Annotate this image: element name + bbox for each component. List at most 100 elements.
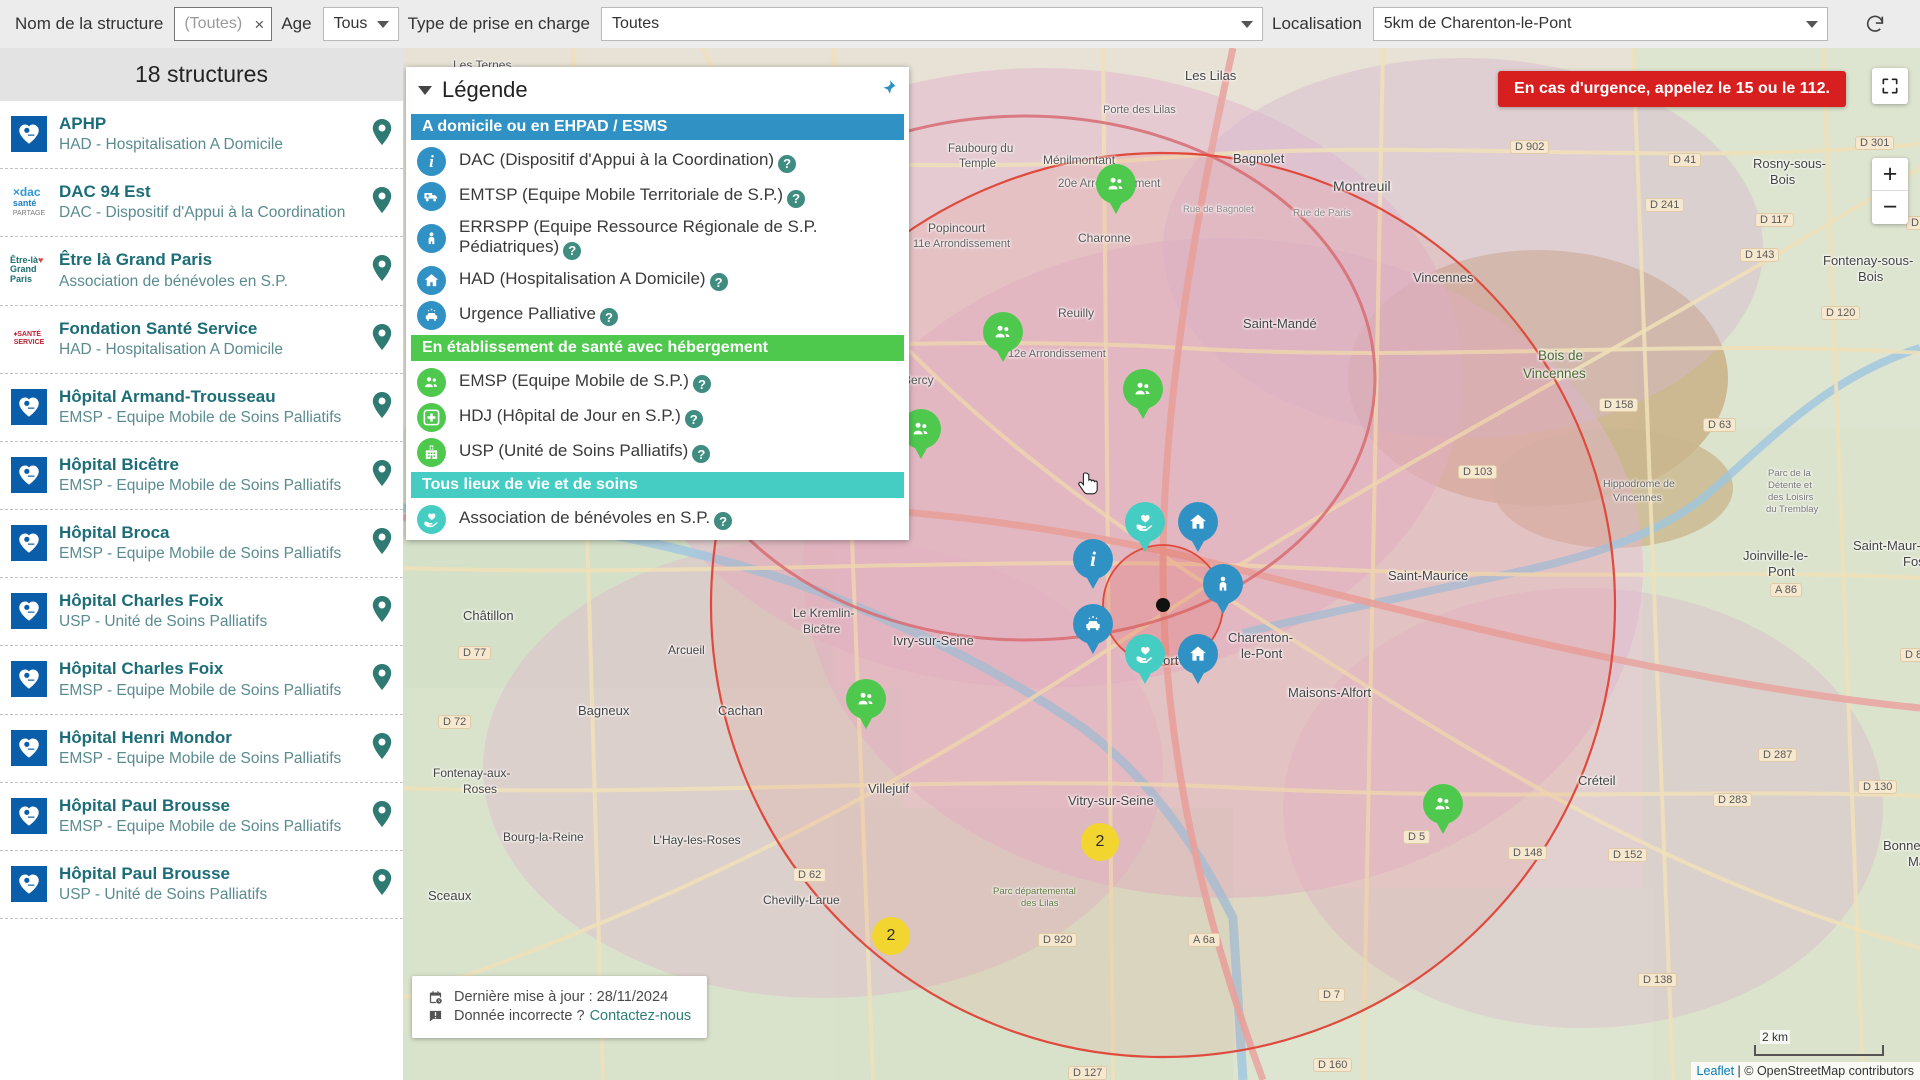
marker-cluster[interactable]: 2: [872, 917, 910, 955]
zoom-in-button[interactable]: +: [1872, 158, 1908, 191]
map-label: Bonneuil-sur-: [1883, 838, 1920, 853]
legend-item-dac[interactable]: i DAC (Dispositif d'Appui à la Coordinati…: [406, 144, 909, 179]
map-pin-icon[interactable]: [369, 249, 395, 282]
structure-logo: ♦SANTÉ SERVICE: [10, 320, 48, 358]
help-icon[interactable]: ?: [692, 445, 711, 464]
map-marker-people[interactable]: [1123, 369, 1163, 423]
aphp-logo: [11, 797, 47, 834]
legend-item-label: DAC (Dispositif d'Appui à la Coordinatio…: [459, 150, 775, 170]
map-marker-emergency-car[interactable]: [1073, 604, 1113, 658]
map-pin-icon[interactable]: [369, 522, 395, 555]
map-marker-people[interactable]: [1096, 164, 1136, 218]
structure-list-item[interactable]: Hôpital Henri Mondor EMSP - Equipe Mobile…: [0, 715, 403, 783]
map-pin-icon[interactable]: [369, 863, 395, 895]
structure-list-item[interactable]: APHP HAD - Hospitalisation A Domicile: [0, 101, 403, 170]
help-icon[interactable]: ?: [563, 241, 582, 260]
structure-list-item[interactable]: Hôpital Charles Foix EMSP - Equipe Mobile…: [0, 646, 403, 715]
aphp-logo: [11, 456, 47, 493]
map-marker-info[interactable]: i: [1073, 539, 1113, 593]
legend-item-usp[interactable]: USP (Unité de Soins Palliatifs)?: [406, 435, 909, 470]
legend-item-emtsp[interactable]: EMTSP (Equipe Mobile Territoriale de S.P…: [406, 179, 909, 214]
structure-list-item[interactable]: Hôpital Armand-Trousseau EMSP - Equipe Mo…: [0, 374, 403, 442]
map-label: Vitry-sur-Seine: [1068, 793, 1154, 808]
map-pin-icon[interactable]: [369, 727, 395, 759]
map-marker-people[interactable]: [846, 679, 886, 733]
legend-item-errspp[interactable]: ERRSPP (Equipe Ressource Régionale de S.…: [406, 214, 909, 263]
triangle-down-icon[interactable]: [418, 85, 432, 95]
help-icon[interactable]: ?: [709, 273, 728, 292]
map-marker-hand-heart[interactable]: [1125, 634, 1165, 688]
chevron-down-icon: [376, 20, 389, 28]
care-type-select[interactable]: Toutes: [601, 7, 1263, 41]
structure-list-item[interactable]: Être-là♥ Grand Paris Être là Grand Paris As…: [0, 237, 403, 306]
location-select[interactable]: 5km de Charenton-le-Pont: [1372, 7, 1828, 41]
legend-item-hdj[interactable]: HDJ (Hôpital de Jour en S.P.)?: [406, 400, 909, 435]
zoom-controls[interactable]: + −: [1872, 158, 1908, 224]
road-shield: D 241: [1645, 198, 1685, 212]
clear-name-icon[interactable]: ×: [254, 16, 264, 33]
map-label: Bagnolet: [1233, 151, 1285, 166]
map-pin-icon[interactable]: [369, 658, 395, 691]
map-pin-icon[interactable]: [369, 113, 395, 145]
legend-item-urg[interactable]: Urgence Palliative?: [406, 298, 909, 333]
map-label: Saint-Mandé: [1243, 316, 1317, 331]
map-marker-home[interactable]: [1178, 502, 1218, 556]
structure-logo: [10, 729, 48, 767]
map-pin-icon[interactable]: [369, 795, 395, 827]
map-pin-icon[interactable]: [369, 181, 395, 214]
structure-list-item[interactable]: ×dac santé PARTAGE DAC 94 Est DAC - Disposit…: [0, 169, 403, 238]
structure-list-item[interactable]: Hôpital Paul Brousse USP - Unité de Soins…: [0, 851, 403, 920]
structure-list-item[interactable]: Hôpital Bicêtre EMSP - Equipe Mobile de S…: [0, 442, 403, 511]
map-label: Rue de Bagnolet: [1183, 204, 1254, 215]
legend-panel[interactable]: Légende A domicile ou en EHPAD / ESMS i DA…: [406, 67, 909, 540]
map-pin-icon[interactable]: [369, 454, 395, 486]
info-icon: i: [417, 147, 446, 176]
map-marker-people[interactable]: [1423, 784, 1463, 838]
structures-list[interactable]: APHP HAD - Hospitalisation A Domicile ×dac…: [0, 101, 403, 1080]
structure-list-item[interactable]: ♦SANTÉ SERVICE Fondation Santé Service HAD …: [0, 306, 403, 374]
map-pin-icon[interactable]: [369, 318, 395, 350]
help-icon[interactable]: ?: [692, 375, 711, 394]
structure-list-item[interactable]: Hôpital Charles Foix USP - Unité de Soins…: [0, 578, 403, 647]
map-container[interactable]: Les Lilas Porte des Lilas Faubourg du Templ…: [403, 48, 1920, 1080]
map-marker-home[interactable]: [1178, 634, 1218, 688]
map-pin-icon[interactable]: [369, 590, 395, 623]
legend-section-header: Tous lieux de vie et de soins: [411, 471, 904, 498]
map-label: Châtillon: [463, 608, 514, 623]
refresh-icon[interactable]: [1858, 7, 1892, 41]
help-icon[interactable]: ?: [778, 154, 797, 173]
zoom-out-button[interactable]: −: [1872, 191, 1908, 224]
map-marker-hand-heart[interactable]: [1125, 502, 1165, 556]
structure-type: EMSP - Equipe Mobile de Soins Palliatifs: [59, 477, 342, 495]
fullscreen-icon[interactable]: [1872, 68, 1908, 104]
legend-item-asso[interactable]: Association de bénévoles en S.P.?: [406, 502, 909, 537]
structure-list-item[interactable]: Hôpital Paul Brousse EMSP - Equipe Mobile…: [0, 783, 403, 851]
marker-cluster[interactable]: 2: [1081, 823, 1119, 861]
map-pin-icon[interactable]: [369, 386, 395, 418]
structure-list-item[interactable]: Hôpital Broca EMSP - Equipe Mobile de Soi…: [0, 510, 403, 579]
contact-link[interactable]: Contactez-nous: [590, 1008, 692, 1024]
structure-name: Être là Grand Paris: [59, 250, 213, 270]
legend-item-had[interactable]: HAD (Hospitalisation A Domicile)?: [406, 263, 909, 298]
map-label: Joinville-le-: [1743, 548, 1809, 563]
road-shield: D 103: [1458, 465, 1498, 479]
structure-name-label: Nom de la structure: [15, 14, 164, 33]
structure-type: USP - Unité de Soins Palliatifs: [59, 613, 268, 631]
help-icon[interactable]: ?: [600, 308, 619, 327]
map-marker-people[interactable]: [983, 312, 1023, 366]
help-icon[interactable]: ?: [684, 410, 703, 429]
pushpin-icon[interactable]: [880, 79, 897, 101]
leaflet-link[interactable]: Leaflet: [1697, 1064, 1735, 1078]
structure-name-input[interactable]: (Toutes) ×: [174, 7, 273, 41]
map-label: Porte des Lilas: [1103, 104, 1176, 116]
help-icon[interactable]: ?: [714, 512, 733, 531]
map-label: Bois: [1770, 172, 1796, 187]
legend-body: A domicile ou en EHPAD / ESMS i DAC (Dispo…: [406, 114, 909, 537]
legend-item-emsp[interactable]: EMSP (Equipe Mobile de S.P.)?: [406, 365, 909, 400]
map-marker-child[interactable]: [1203, 564, 1243, 618]
chevron-down-icon: [1241, 20, 1253, 28]
structure-info: Hôpital Henri Mondor EMSP - Equipe Mobile…: [59, 727, 369, 770]
map-label: Reuilly: [1058, 306, 1095, 320]
help-icon[interactable]: ?: [787, 189, 806, 208]
age-select[interactable]: Tous: [322, 7, 399, 41]
